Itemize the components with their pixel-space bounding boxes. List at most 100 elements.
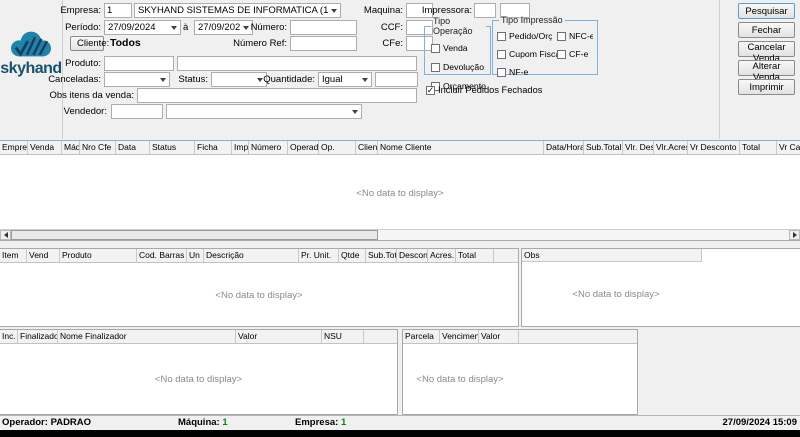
column-header[interactable]: Data/Hora <box>544 141 584 154</box>
column-header[interactable]: Operador <box>288 141 319 154</box>
column-header[interactable]: Acres. <box>428 249 456 262</box>
status-select[interactable] <box>211 72 267 87</box>
column-label: Sub.Total <box>368 250 397 260</box>
column-header[interactable]: Parcela <box>403 330 440 343</box>
column-label: Vr Cas <box>779 142 800 152</box>
action-button[interactable]: Alterar Venda <box>738 60 795 76</box>
column-header[interactable]: Un <box>187 249 204 262</box>
checkbox-option[interactable]: NFC-e <box>557 31 593 41</box>
column-header[interactable]: Venda <box>28 141 62 154</box>
scrollbar-thumb[interactable] <box>11 230 378 240</box>
column-header[interactable]: Op. <box>319 141 356 154</box>
no-data-text: <No data to display> <box>356 188 443 199</box>
incluir-pedidos-checkbox[interactable]: Incluir Pedidos Fechados <box>426 85 542 95</box>
checkbox-icon <box>497 68 506 77</box>
column-header[interactable]: Cliente <box>356 141 378 154</box>
status-bar: Operador: PADRAO Máquina: 1 Empresa: 1 2… <box>0 415 800 430</box>
column-header[interactable]: Número <box>249 141 288 154</box>
column-header[interactable]: Nome Cliente <box>378 141 544 154</box>
scroll-right-button[interactable] <box>789 230 800 240</box>
checkbox-option[interactable]: Cupom Fiscal <box>497 49 557 59</box>
produto-code-input[interactable] <box>104 56 174 71</box>
produto-name-input[interactable] <box>177 56 417 71</box>
column-header[interactable]: Pr. Unit. <box>299 249 339 262</box>
empresa-code-input[interactable] <box>104 3 132 18</box>
action-buttons: Pesquisar Fechar Cancelar Venda Alterar Ven… <box>738 3 795 95</box>
column-header[interactable]: Sub.Total <box>366 249 397 262</box>
checkbox-option[interactable]: Devolução <box>431 62 486 72</box>
column-header[interactable]: Obs <box>522 249 702 262</box>
column-label: Imp. <box>234 142 249 152</box>
checkbox-option[interactable]: Pedido/Orç <box>497 31 557 41</box>
action-button[interactable]: Fechar <box>738 22 795 38</box>
column-header[interactable]: Total <box>456 249 494 262</box>
column-header[interactable]: Vlr.Acres. <box>654 141 688 154</box>
numero-input[interactable] <box>290 20 357 35</box>
column-header[interactable]: NSU <box>322 330 364 343</box>
column-header[interactable]: Nro Cfe <box>80 141 116 154</box>
empresa-select[interactable]: SKYHAND SISTEMAS DE INFORMATICA (1) <box>134 3 341 18</box>
checkbox-label: Devolução <box>443 62 484 72</box>
periodo-from-value: 27/09/2024 <box>108 21 168 34</box>
horizontal-scrollbar[interactable] <box>0 229 800 240</box>
obs-grid-body: <No data to display> <box>522 262 800 326</box>
tipo-impressao-options: Pedido/OrçNFC-eCupom FiscalCF-e NF-e <box>497 27 593 85</box>
column-header[interactable]: Valor <box>236 330 322 343</box>
column-header[interactable]: Vr Desconto Loja <box>688 141 740 154</box>
quantidade-amount-input[interactable] <box>375 72 418 87</box>
column-header[interactable]: Nome Finalizador <box>58 330 236 343</box>
checkbox-icon <box>431 44 440 53</box>
column-header[interactable]: Descont <box>397 249 428 262</box>
scrollbar-track[interactable] <box>11 230 789 240</box>
canceladas-select[interactable] <box>104 72 170 87</box>
vendedor-select[interactable] <box>166 104 362 119</box>
checkbox-option[interactable]: NF-e <box>497 67 557 77</box>
column-header[interactable]: Máq. <box>62 141 80 154</box>
checkbox-icon <box>497 32 506 41</box>
no-data-text: <No data to display> <box>416 374 503 385</box>
quantidade-label: Quantidade: <box>260 72 315 87</box>
sales-grid-header: EmpresaVendaMáq.Nro CfeDataStatusFichaIm… <box>0 141 800 155</box>
column-header[interactable]: Vend <box>27 249 60 262</box>
checkbox-label: NF-e <box>509 67 528 77</box>
action-button[interactable]: Imprimir <box>738 79 795 95</box>
column-header[interactable]: Cod. Barras <box>137 249 187 262</box>
arrow-right-icon <box>793 232 797 238</box>
tipo-operacao-group: Tipo Operação VendaDevoluçãoOrçamento <box>424 16 491 75</box>
column-header[interactable]: Inc. <box>0 330 18 343</box>
cliente-button[interactable]: Cliente: <box>70 36 104 51</box>
column-header[interactable]: Sub.Total <box>584 141 623 154</box>
column-header[interactable]: Valor <box>479 330 519 343</box>
column-header[interactable]: Total <box>740 141 777 154</box>
column-header[interactable]: Vr Cas <box>777 141 800 154</box>
column-header[interactable]: Vlr. Descto <box>623 141 654 154</box>
column-header[interactable]: Imp. <box>232 141 249 154</box>
column-header[interactable]: Data <box>116 141 150 154</box>
action-button[interactable]: Pesquisar <box>738 3 795 19</box>
checkbox-option[interactable]: CF-e <box>557 49 593 59</box>
action-button[interactable]: Cancelar Venda <box>738 41 795 57</box>
column-header[interactable]: Empresa <box>0 141 28 154</box>
column-label: Nome Finalizador <box>60 331 127 341</box>
column-header[interactable]: Descrição <box>204 249 299 262</box>
column-header[interactable]: Finalizador <box>18 330 58 343</box>
column-header[interactable]: Item <box>0 249 27 262</box>
scroll-left-button[interactable] <box>0 230 11 240</box>
maquina-label: Maquina: <box>352 3 403 18</box>
column-header[interactable]: Status <box>150 141 195 154</box>
column-header[interactable]: Produto <box>60 249 137 262</box>
canceladas-label: Canceladas: <box>40 72 101 87</box>
column-header[interactable]: Vencimento <box>440 330 479 343</box>
column-label: Máq. <box>64 142 80 152</box>
numero-ref-input[interactable] <box>290 36 357 51</box>
checkbox-label: Cupom Fiscal <box>509 49 557 59</box>
obs-itens-input[interactable] <box>137 88 417 103</box>
checkbox-option[interactable]: Venda <box>431 43 486 53</box>
column-header[interactable]: Ficha <box>195 141 232 154</box>
column-header[interactable]: Qtde <box>339 249 366 262</box>
vendedor-code-input[interactable] <box>111 104 163 119</box>
periodo-from-select[interactable]: 27/09/2024 <box>104 20 181 35</box>
column-label: Vencimento <box>442 331 479 341</box>
quantidade-select[interactable]: Igual <box>318 72 372 87</box>
tipo-impressao-title: Tipo Impressão <box>499 15 565 25</box>
